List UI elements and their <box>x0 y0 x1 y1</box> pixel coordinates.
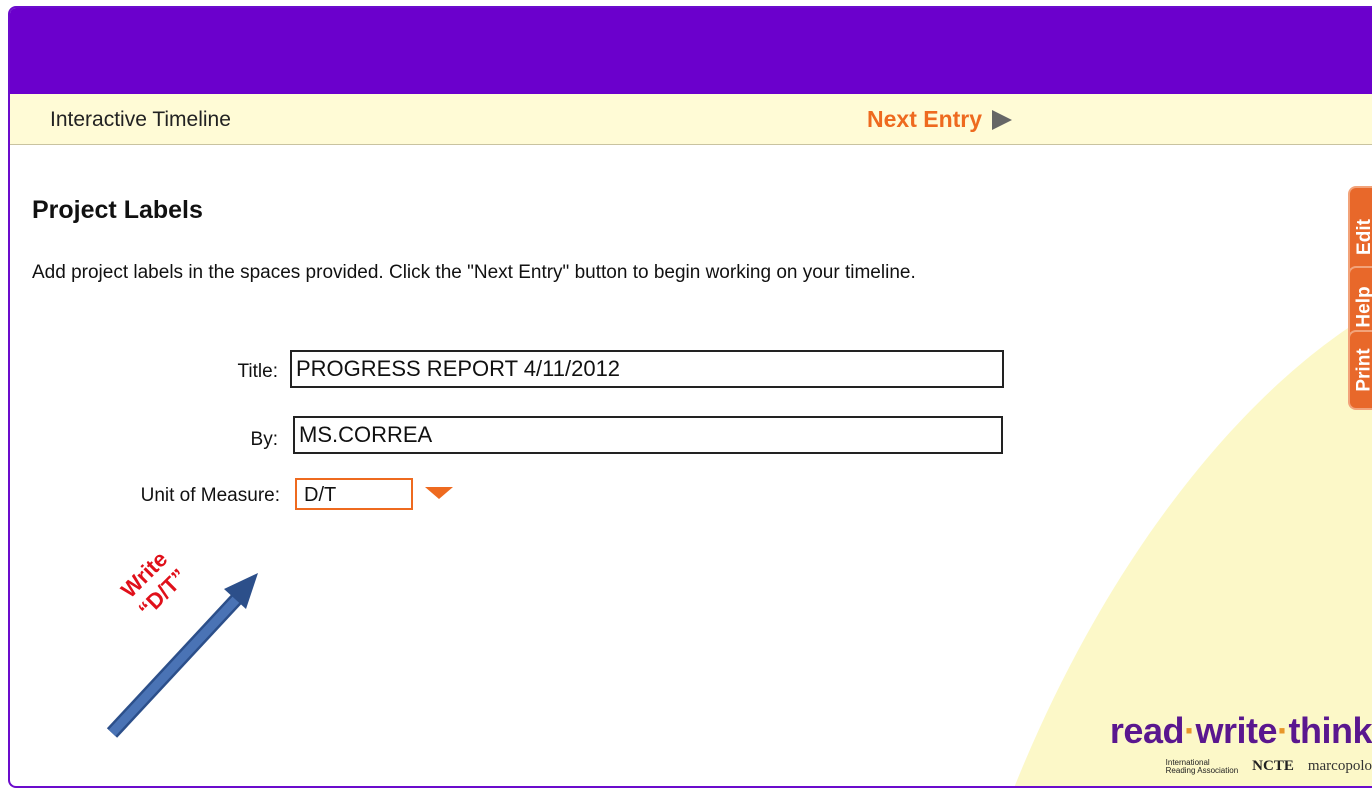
by-input[interactable] <box>293 416 1003 454</box>
page-title: Project Labels <box>32 196 203 224</box>
next-entry-label: Next Entry <box>867 106 983 132</box>
by-label: By: <box>250 429 278 450</box>
readwritethink-logo: read·write·think International Reading A… <box>1070 710 1372 786</box>
print-tab[interactable]: Print <box>1348 330 1372 410</box>
print-tab-label: Print <box>1354 348 1372 392</box>
nav-bar: Interactive Timeline Next Entry <box>10 94 1372 145</box>
app-window: Interactive Timeline Next Entry Project … <box>8 6 1372 788</box>
unit-of-measure-select[interactable]: D/T <box>295 478 413 510</box>
chevron-down-icon[interactable] <box>425 487 453 499</box>
ira-logo: International Reading Association <box>1165 757 1239 775</box>
logo-partners: International Reading Association NCTE m… <box>1166 758 1372 775</box>
marcopolo-logo: marcopolo <box>1307 758 1372 774</box>
edit-tab-label: Edit <box>1354 219 1372 255</box>
play-arrow-icon <box>992 109 1013 130</box>
title-input[interactable] <box>290 350 1004 388</box>
title-label: Title: <box>237 361 278 382</box>
unit-of-measure-label: Unit of Measure: <box>140 485 280 506</box>
app-title: Interactive Timeline <box>50 108 231 131</box>
help-tab-label: Help <box>1354 286 1372 328</box>
top-banner <box>10 8 1372 94</box>
instructions-text: Add project labels in the spaces provide… <box>32 262 916 283</box>
ncte-logo: NCTE <box>1252 758 1294 774</box>
logo-wordmark: read·write·think <box>1109 710 1372 751</box>
next-entry-button[interactable]: Next Entry <box>867 106 1013 133</box>
